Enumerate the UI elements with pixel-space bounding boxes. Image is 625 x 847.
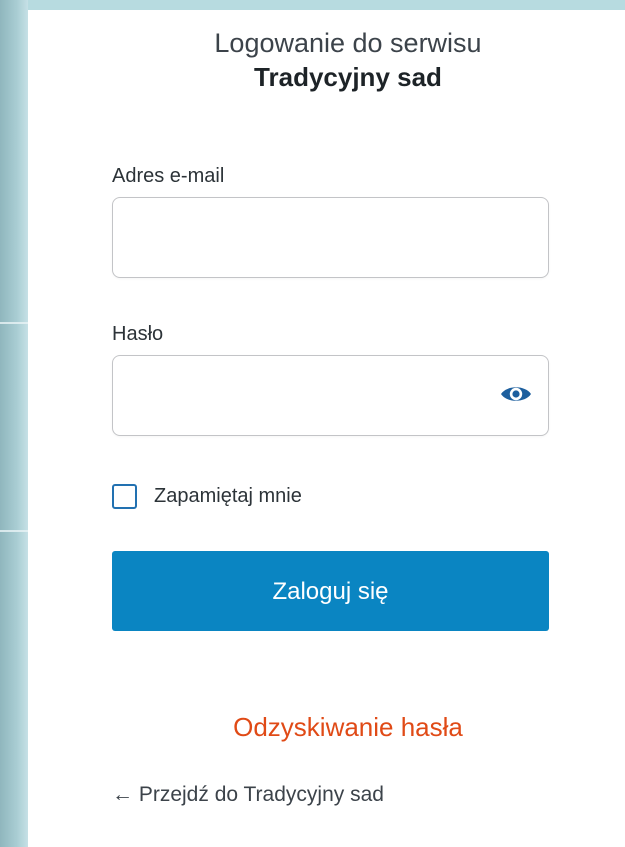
remember-me-label[interactable]: Zapamiętaj mnie: [154, 485, 302, 508]
email-field[interactable]: [112, 197, 549, 278]
login-heading-text: Logowanie do serwisu: [214, 28, 482, 58]
password-field[interactable]: [112, 355, 549, 436]
eye-icon[interactable]: [498, 382, 534, 406]
lost-password-link[interactable]: Odzyskiwanie hasła: [28, 712, 625, 743]
background-divider: [0, 322, 28, 324]
password-label: Hasło: [112, 323, 164, 345]
site-name: Tradycyjny sad: [254, 62, 442, 92]
window-top-edge: [0, 0, 625, 10]
login-heading: Logowanie do serwisu Tradycyjny sad: [28, 26, 625, 94]
login-panel: Logowanie do serwisu Tradycyjny sad Adre…: [28, 10, 625, 847]
back-to-site-link[interactable]: ← Przejdź do Tradycyjny sad: [112, 783, 384, 807]
login-button[interactable]: Zaloguj się: [112, 551, 549, 631]
email-label: Adres e-mail: [112, 165, 225, 187]
remember-me-checkbox[interactable]: [112, 484, 137, 509]
background-edge: [0, 0, 28, 847]
background-divider: [0, 530, 28, 532]
